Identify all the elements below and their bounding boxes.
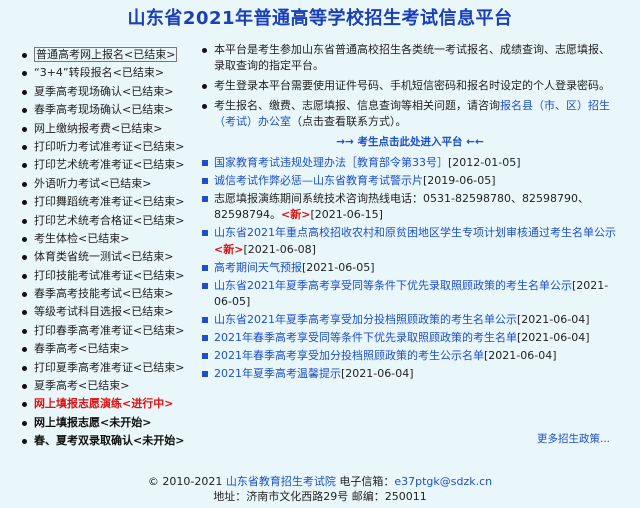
news-date: [2021-06-04] xyxy=(341,366,414,380)
sidebar-item-label: 外语听力考试<已结束> xyxy=(34,176,152,190)
sidebar-item-label: 打印艺术统考合格证<已结束> xyxy=(34,213,185,227)
sidebar-item[interactable]: 春季高考技能考试<已结束> xyxy=(22,285,207,303)
sidebar-item[interactable]: 打印艺术统考合格证<已结束> xyxy=(22,212,207,230)
news-item[interactable]: 诚信考试作弊必惩—山东省教育考试警示片[2019-06-05] xyxy=(200,173,620,190)
sidebar-item-label: 打印舞蹈统考准考证<已结束> xyxy=(34,195,185,209)
sidebar-item-label: 春季高考<已结束> xyxy=(34,342,130,356)
news-title[interactable]: 山东省2021年夏季高考享受同等条件下优先录取照顾政策的考生名单公示 xyxy=(214,279,572,292)
news-item[interactable]: 山东省2021年夏季高考享受加分投档照顾政策的考生名单公示[2021-06-04… xyxy=(200,312,620,329)
news-item[interactable]: 2021年夏季高考温馨提示[2021-06-04] xyxy=(200,366,620,383)
sidebar-item-label: 等级考试科目选报<已结束> xyxy=(34,305,174,319)
notice-text: 考生报名、缴费、志愿填报、信息查询等相关问题，请咨询 xyxy=(214,99,500,112)
news-date: [2021-06-15] xyxy=(310,208,383,222)
footer-line-1: © 2010-2021 山东省教育招生考试院 电子信箱：e37ptgk@sdzk… xyxy=(0,474,640,489)
sidebar-item-label: 春季高考技能考试<已结束> xyxy=(34,287,174,301)
main-content: 本平台是考生参加山东省普通高校招生各类统一考试报名、成绩查询、志愿填报、录取查询… xyxy=(200,42,620,383)
sidebar-item-label: 普通高考网上报名<已结束> xyxy=(34,47,178,62)
sidebar-item[interactable]: 网上填报志愿演练<进行中> xyxy=(22,395,207,413)
sidebar-item-label: 打印春季高考准考证<已结束> xyxy=(34,323,185,337)
sidebar-item[interactable]: 夏季高考<已结束> xyxy=(22,377,207,395)
notice-login: 考生登录本平台需要使用证件号码、手机短信密码和报名时设定的个人登录密码。 xyxy=(200,78,620,94)
sidebar-item-label: 考生体检<已结束> xyxy=(34,231,130,245)
sidebar-item-label: “3+4”转段报名<已结束> xyxy=(34,66,165,80)
news-title[interactable]: 志愿填报演练期间系统技术咨询热线电话：0531-82598780、8259879… xyxy=(214,192,589,222)
news-item[interactable]: 国家教育考试违规处理办法［教育部令第33号］[2012-01-05] xyxy=(200,155,620,172)
news-title[interactable]: 山东省2021年重点高校招收农村和原贫困地区学生专项计划审核通过考生名单公示 xyxy=(214,226,616,239)
notice-text: （点击查看联系方式）。 xyxy=(291,115,407,128)
sidebar-item-label: 打印听力考试准考证<已结束> xyxy=(34,139,185,153)
sidebar-item-label: 网上填报志愿<未开始> xyxy=(34,415,152,429)
org-link[interactable]: 山东省教育招生考试院 xyxy=(226,475,336,488)
email-label: 电子信箱： xyxy=(339,475,395,488)
sidebar-item-label: 打印夏季高考准考证<已结束> xyxy=(34,360,185,374)
news-item[interactable]: 山东省2021年重点高校招收农村和原贫困地区学生专项计划审核通过考生名单公示 <新… xyxy=(200,225,620,259)
sidebar-item[interactable]: 外语听力考试<已结束> xyxy=(22,175,207,193)
page-title: 山东省2021年普通高等学校招生考试信息平台 xyxy=(127,8,513,29)
sidebar-item-label: 春季高考现场确认<已结束> xyxy=(34,103,174,117)
sidebar-item[interactable]: 春、夏考双录取确认<未开始> xyxy=(22,432,207,450)
sidebar-item[interactable]: 打印技能考试准考证<已结束> xyxy=(22,267,207,285)
news-item[interactable]: 2021年春季高考享受同等条件下优先录取照顾政策的考生名单[2021-06-04… xyxy=(200,330,620,347)
notice-platform: 本平台是考生参加山东省普通高校招生各类统一考试报名、成绩查询、志愿填报、录取查询… xyxy=(200,42,620,74)
news-title[interactable]: 2021年春季高考享受加分投档照顾政策的考生公示名单 xyxy=(214,349,484,362)
notice-contact: 考生报名、缴费、志愿填报、信息查询等相关问题，请咨询报名县（市、区）招生（考试）… xyxy=(200,98,620,130)
email-link[interactable]: e37ptgk@sdzk.cn xyxy=(394,475,492,488)
new-badge: <新> xyxy=(214,242,244,256)
notice-text: 本平台是考生参加山东省普通高校招生各类统一考试报名、成绩查询、志愿填报、录取查询… xyxy=(214,43,610,72)
news-date: [2019-06-05] xyxy=(423,173,496,187)
news-list: 国家教育考试违规处理办法［教育部令第33号］[2012-01-05] 诚信考试作弊… xyxy=(200,155,620,382)
news-date: [2021-06-04] xyxy=(517,313,590,327)
sidebar-item[interactable]: “3+4”转段报名<已结束> xyxy=(22,64,207,82)
news-item[interactable]: 高考期间天气预报[2021-06-05] xyxy=(200,260,620,277)
news-date: [2021-06-04] xyxy=(517,330,590,344)
news-title[interactable]: 高考期间天气预报 xyxy=(214,261,302,274)
sidebar-item[interactable]: 打印夏季高考准考证<已结束> xyxy=(22,359,207,377)
news-date: [2021-06-08] xyxy=(243,242,316,256)
sidebar-item-label: 网上填报志愿演练<进行中> xyxy=(34,397,174,411)
sidebar-item-label: 体育类省统一测试<已结束> xyxy=(34,250,174,264)
sidebar-item-label: 夏季高考<已结束> xyxy=(34,379,130,393)
sidebar-item[interactable]: 打印春季高考准考证<已结束> xyxy=(22,322,207,340)
more-policies-link[interactable]: 更多招生政策... xyxy=(537,431,610,446)
sidebar-item[interactable]: 网上缴纳报考费<已结束> xyxy=(22,120,207,138)
footer-address: 地址：济南市文化西路29号 邮编：250011 xyxy=(213,490,427,503)
news-date: [2021-06-05] xyxy=(302,260,375,274)
sidebar-item[interactable]: 打印艺术统考准考证<已结束> xyxy=(22,156,207,174)
notice-text: 考生登录本平台需要使用证件号码、手机短信密码和报名时设定的个人登录密码。 xyxy=(214,79,610,92)
news-title[interactable]: 2021年夏季高考温馨提示 xyxy=(214,367,341,380)
news-date: [2012-01-05] xyxy=(448,156,521,169)
sidebar-item[interactable]: 网上填报志愿<未开始> xyxy=(22,414,207,432)
footer: © 2010-2021 山东省教育招生考试院 电子信箱：e37ptgk@sdzk… xyxy=(0,474,640,504)
news-date: [2021-06-04] xyxy=(484,348,557,362)
sidebar-item[interactable]: 夏季高考现场确认<已结束> xyxy=(22,83,207,101)
sidebar-item-label: 网上缴纳报考费<已结束> xyxy=(34,121,163,135)
news-title[interactable]: 诚信考试作弊必惩—山东省教育考试警示片 xyxy=(214,174,423,187)
sidebar-item[interactable]: 普通高考网上报名<已结束> xyxy=(22,46,207,64)
news-item[interactable]: 2021年春季高考享受加分投档照顾政策的考生公示名单[2021-06-04] xyxy=(200,348,620,365)
sidebar-item[interactable]: 打印听力考试准考证<已结束> xyxy=(22,138,207,156)
sidebar-menu: 普通高考网上报名<已结束> “3+4”转段报名<已结束> 夏季高考现场确认<已结束>… xyxy=(22,46,207,451)
copyright: © 2010-2021 xyxy=(147,475,223,488)
news-title[interactable]: 国家教育考试违规处理办法［教育部令第33号］ xyxy=(214,156,448,169)
sidebar-item[interactable]: 春季高考现场确认<已结束> xyxy=(22,101,207,119)
sidebar-item-label: 夏季高考现场确认<已结束> xyxy=(34,84,174,98)
enter-platform-link[interactable]: →→ 考生点击此处进入平台 ←← xyxy=(200,134,620,149)
news-title[interactable]: 2021年春季高考享受同等条件下优先录取照顾政策的考生名单 xyxy=(214,331,517,344)
new-badge: <新> xyxy=(281,208,311,222)
news-title[interactable]: 山东省2021年夏季高考享受加分投档照顾政策的考生名单公示 xyxy=(214,313,517,326)
sidebar-item[interactable]: 春季高考<已结束> xyxy=(22,340,207,358)
sidebar-item-label: 打印艺术统考准考证<已结束> xyxy=(34,158,185,172)
sidebar-item-label: 春、夏考双录取确认<未开始> xyxy=(34,434,185,448)
sidebar-item[interactable]: 考生体检<已结束> xyxy=(22,230,207,248)
sidebar-item[interactable]: 等级考试科目选报<已结束> xyxy=(22,303,207,321)
sidebar-item[interactable]: 体育类省统一测试<已结束> xyxy=(22,248,207,266)
sidebar-item-label: 打印技能考试准考证<已结束> xyxy=(34,268,185,282)
sidebar-item[interactable]: 打印舞蹈统考准考证<已结束> xyxy=(22,193,207,211)
news-item[interactable]: 志愿填报演练期间系统技术咨询热线电话：0531-82598780、8259879… xyxy=(200,191,620,225)
news-item[interactable]: 山东省2021年夏季高考享受同等条件下优先录取照顾政策的考生名单公示[2021-… xyxy=(200,278,620,312)
